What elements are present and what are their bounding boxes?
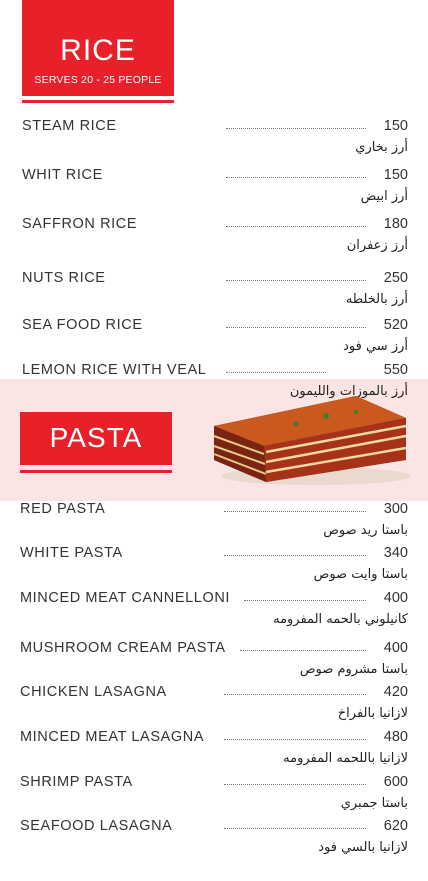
item-price: 420 bbox=[383, 684, 408, 700]
item-price: 180 bbox=[383, 216, 408, 232]
item-name: MUSHROOM CREAM PASTA bbox=[20, 640, 226, 656]
item-name: STEAM RICE bbox=[22, 118, 117, 134]
dot-leader bbox=[226, 372, 326, 373]
dot-leader bbox=[226, 280, 366, 281]
item-price: 400 bbox=[383, 640, 408, 656]
item-arabic-name: باستا وايت صوص bbox=[313, 567, 408, 582]
item-name: CHICKEN LASAGNA bbox=[20, 684, 167, 700]
item-arabic-name: لازانيا باللحمه المفرومه bbox=[283, 751, 408, 766]
item-name: WHIT RICE bbox=[22, 167, 103, 183]
menu-item: STEAM RICE 150 أرز بخاري bbox=[0, 118, 428, 166]
item-name: MINCED MEAT LASAGNA bbox=[20, 729, 205, 745]
menu-item: RED PASTA 300 باستا ريد صوص bbox=[0, 501, 428, 549]
rice-subtitle: SERVES 20 - 25 PEOPLE bbox=[34, 74, 162, 86]
item-name: WHITE PASTA bbox=[20, 545, 123, 561]
dot-leader bbox=[224, 828, 366, 829]
item-price: 150 bbox=[383, 118, 408, 134]
dot-leader bbox=[224, 511, 366, 512]
item-price: 620 bbox=[383, 818, 408, 834]
dot-leader bbox=[226, 327, 366, 328]
item-price: 250 bbox=[383, 270, 408, 286]
item-name: SHRIMP PASTA bbox=[20, 774, 133, 790]
rice-section-header: RICE SERVES 20 - 25 PEOPLE bbox=[22, 0, 174, 96]
item-price: 150 bbox=[383, 167, 408, 183]
menu-item: SEA FOOD RICE 520 أرز سي فود bbox=[0, 317, 428, 365]
item-price: 340 bbox=[383, 545, 408, 561]
menu-item: SHRIMP PASTA 600 باستا جمبري bbox=[0, 774, 428, 822]
item-price: 480 bbox=[383, 729, 408, 745]
item-price: 600 bbox=[383, 774, 408, 790]
item-arabic-name: أرز ابيض bbox=[360, 189, 408, 204]
dot-leader bbox=[240, 650, 366, 651]
item-arabic-name: أرز زعفران bbox=[346, 238, 408, 253]
dot-leader bbox=[226, 177, 366, 178]
item-price: 520 bbox=[383, 317, 408, 333]
rice-title: RICE bbox=[60, 34, 136, 67]
item-name: SEA FOOD RICE bbox=[22, 317, 143, 333]
item-arabic-name: باستا مشروم صوص bbox=[299, 662, 408, 677]
menu-item: MINCED MEAT LASAGNA 480 لازانيا باللحمه … bbox=[0, 729, 428, 777]
item-name: NUTS RICE bbox=[22, 270, 106, 286]
dot-leader bbox=[226, 128, 366, 129]
lasagna-photo bbox=[213, 396, 411, 485]
item-name: LEMON RICE WITH VEAL bbox=[22, 362, 207, 378]
item-name: SAFFRON RICE bbox=[22, 216, 138, 232]
menu-item: WHIT RICE 150 أرز ابيض bbox=[0, 167, 428, 215]
item-price: 300 bbox=[383, 501, 408, 517]
item-arabic-name: لازانيا بالفراخ bbox=[337, 706, 408, 721]
menu-item: NUTS RICE 250 أرز بالخلطه bbox=[0, 270, 428, 318]
pasta-title: PASTA bbox=[49, 422, 143, 453]
menu-item: MUSHROOM CREAM PASTA 400 باستا مشروم صوص bbox=[0, 640, 428, 688]
dot-leader bbox=[224, 784, 366, 785]
menu-item: WHITE PASTA 340 باستا وايت صوص bbox=[0, 545, 428, 593]
item-arabic-name: أرز سي فود bbox=[343, 339, 408, 354]
item-name: MINCED MEAT CANNELLONI bbox=[20, 590, 231, 606]
menu-item: CHICKEN LASAGNA 420 لازانيا بالفراخ bbox=[0, 684, 428, 732]
menu-item: SAFFRON RICE 180 أرز زعفران bbox=[0, 216, 428, 264]
item-name: RED PASTA bbox=[20, 501, 106, 517]
item-name: SEAFOOD LASAGNA bbox=[20, 818, 173, 834]
dot-leader bbox=[224, 694, 366, 695]
item-arabic-name: باستا جمبري bbox=[340, 796, 408, 811]
item-arabic-name: باستا ريد صوص bbox=[323, 523, 408, 538]
item-arabic-name: أرز بخاري bbox=[355, 140, 408, 155]
dot-leader bbox=[224, 739, 366, 740]
item-price: 550 bbox=[383, 362, 408, 378]
pasta-underline bbox=[20, 470, 172, 473]
item-arabic-name: أرز بالخلطه bbox=[345, 292, 408, 307]
menu-item: SEAFOOD LASAGNA 620 لازانيا بالسي فود bbox=[0, 818, 428, 866]
pasta-section-header: PASTA bbox=[20, 412, 172, 465]
menu-item: MINCED MEAT CANNELLONI 400 كانيلوني بالح… bbox=[0, 590, 428, 638]
dot-leader bbox=[244, 600, 366, 601]
dot-leader bbox=[224, 555, 366, 556]
item-arabic-name: كانيلوني بالحمه المفرومه bbox=[273, 612, 408, 627]
item-price: 400 bbox=[383, 590, 408, 606]
dot-leader bbox=[226, 226, 366, 227]
rice-underline bbox=[22, 100, 174, 103]
item-arabic-name: لازانيا بالسي فود bbox=[318, 840, 408, 855]
